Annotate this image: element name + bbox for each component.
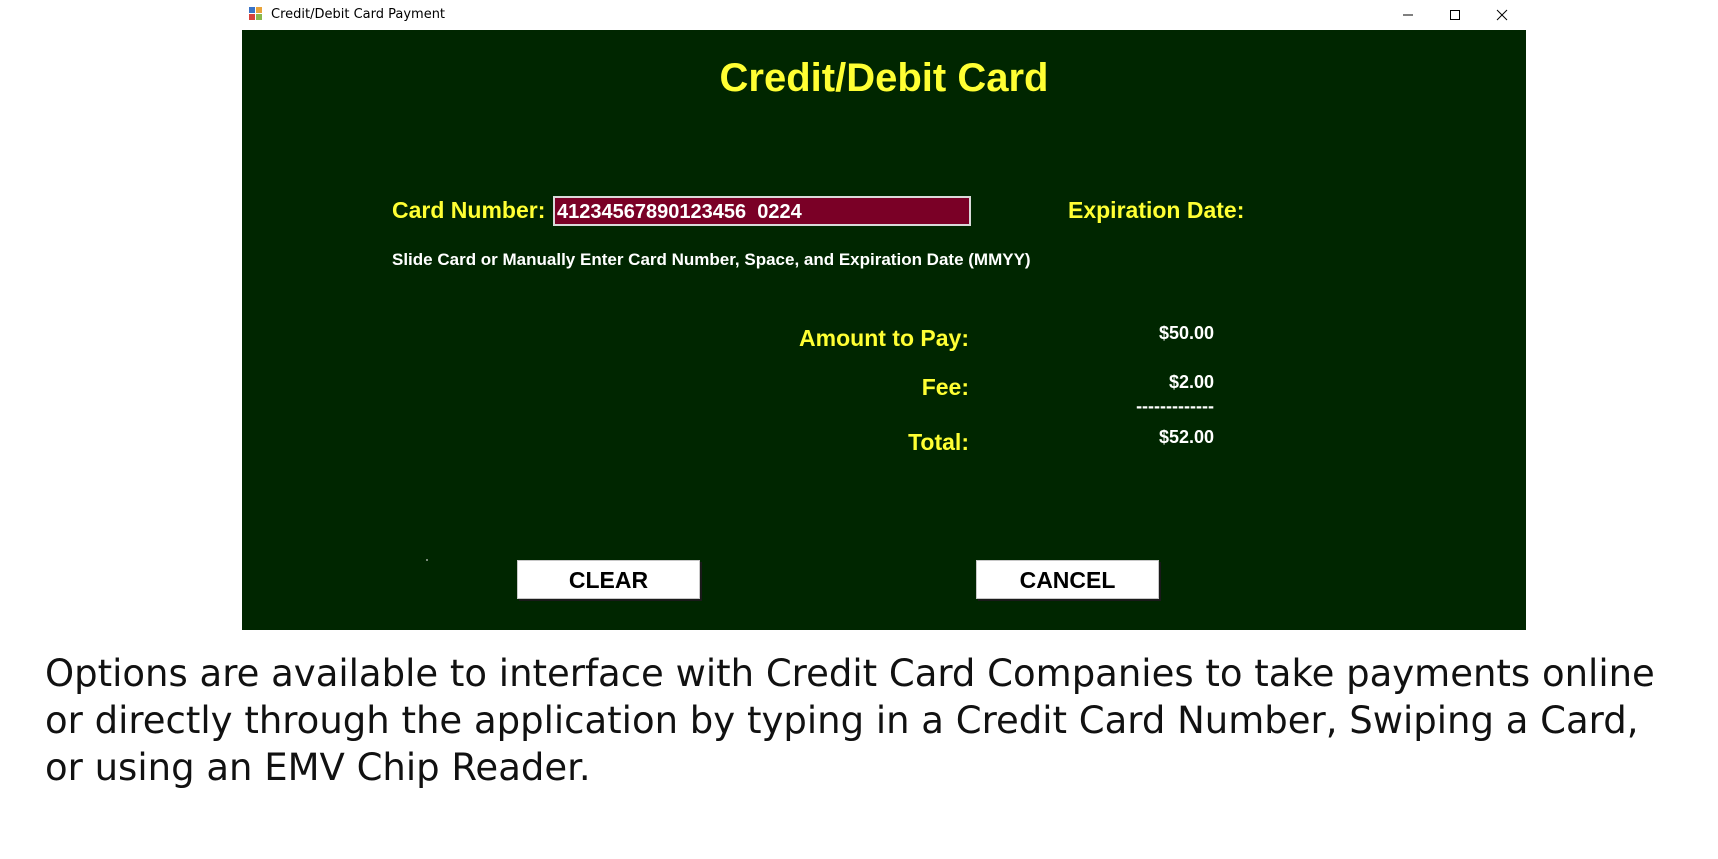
form-heading: Credit/Debit Card	[719, 56, 1049, 100]
amount-value: $50.00	[1158, 323, 1214, 343]
decorative-dot	[426, 559, 428, 561]
window-title: Credit/Debit Card Payment	[271, 7, 446, 22]
description-caption: Options are available to interface with …	[45, 652, 1655, 789]
amount-label: Amount to Pay:	[799, 325, 969, 351]
payment-form: Credit/Debit Card Card Number: 412345678…	[242, 30, 1526, 630]
minimize-button[interactable]	[1385, 0, 1431, 30]
title-bar[interactable]: Credit/Debit Card Payment	[241, 0, 1526, 30]
fee-label: Fee:	[921, 374, 969, 400]
payment-window: Credit/Debit Card Payment Credit/Debit C…	[241, 0, 1526, 630]
total-label: Total:	[908, 429, 969, 455]
card-number-input[interactable]: 41234567890123456 0224	[553, 196, 971, 226]
close-icon	[1496, 9, 1508, 21]
total-value: $52.00	[1158, 427, 1214, 447]
minimize-icon	[1403, 14, 1413, 16]
clear-button[interactable]: CLEAR	[517, 560, 700, 599]
separator-line: -------------	[1136, 396, 1214, 416]
app-icon	[249, 7, 263, 21]
fee-value: $2.00	[1168, 372, 1214, 392]
maximize-button[interactable]	[1432, 0, 1478, 30]
instructions-text: Slide Card or Manually Enter Card Number…	[392, 250, 1031, 269]
cancel-button[interactable]: CANCEL	[976, 560, 1159, 599]
maximize-icon	[1450, 10, 1460, 20]
card-number-label: Card Number:	[392, 197, 546, 223]
close-button[interactable]	[1479, 0, 1525, 30]
expiration-date-label: Expiration Date:	[1068, 197, 1245, 223]
